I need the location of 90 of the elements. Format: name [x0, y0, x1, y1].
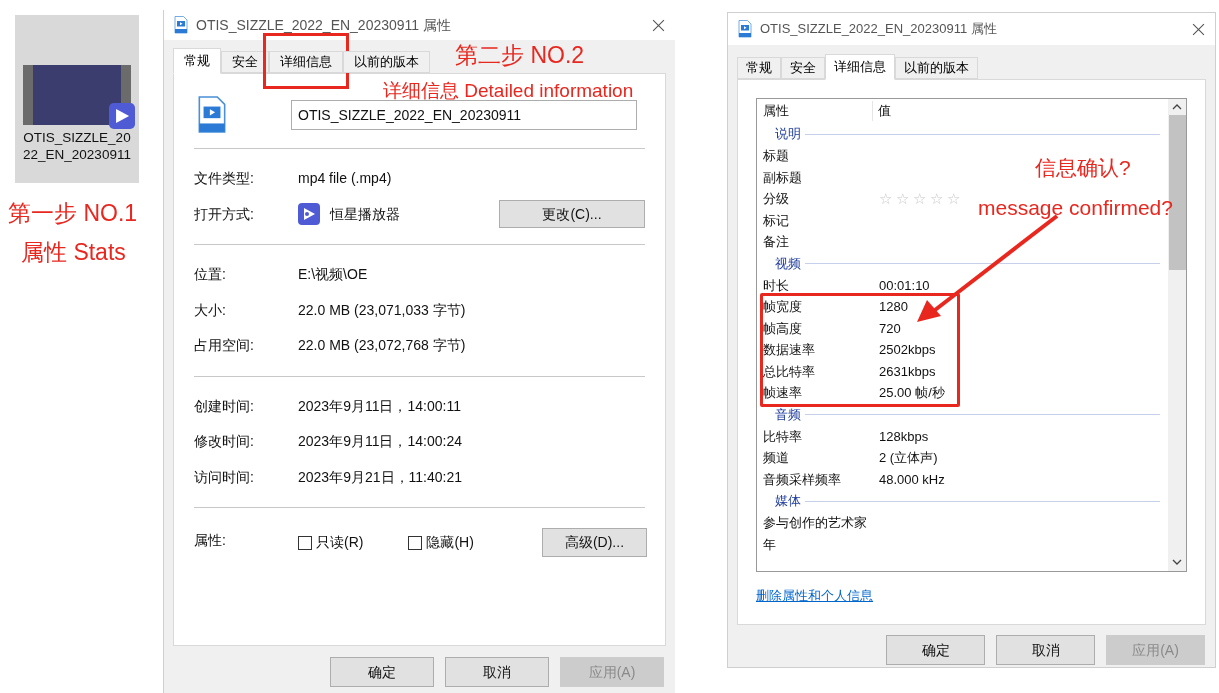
dialog-button[interactable]: 确定	[886, 635, 985, 665]
section-heading: 视频	[775, 254, 801, 273]
property-name: 副标题	[763, 168, 803, 187]
star-icon: ☆	[930, 187, 943, 210]
property-value: 00:01:10	[879, 276, 930, 295]
annotation-text: 详细信息 Detailed information	[383, 79, 634, 103]
close-icon[interactable]	[652, 18, 665, 32]
tab[interactable]: 以前的版本	[343, 51, 430, 73]
field-value: 22.0 MB (23,072,768 字节)	[298, 336, 466, 356]
property-name: 比特率	[763, 427, 803, 446]
tab[interactable]: 常规	[173, 48, 221, 74]
field-label: 修改时间:	[194, 432, 255, 452]
tab[interactable]: 安全	[781, 57, 825, 79]
file-name: OTIS_SIZZLE_2022_EN_20230911	[22, 129, 132, 163]
file-name-field[interactable]: OTIS_SIZZLE_2022_EN_20230911	[291, 100, 637, 130]
annotation-text: 第二步 NO.2	[455, 41, 585, 70]
tab[interactable]: 详细信息	[269, 51, 343, 73]
property-name: 音频采样频率	[763, 470, 842, 489]
field-value: 恒星播放器	[330, 204, 401, 224]
property-name: 参与创作的艺术家	[763, 514, 868, 532]
advanced-button[interactable]: 高级(D)...	[542, 528, 647, 557]
video-file-icon	[197, 96, 227, 134]
window-title: OTIS_SIZZLE_2022_EN_20230911 属性	[196, 15, 452, 35]
property-value: 2631kbps	[879, 362, 936, 381]
dialog-button[interactable]: 确定	[330, 657, 434, 687]
star-icon: ☆	[947, 187, 960, 210]
property-value: 25.00 帧/秒	[879, 384, 945, 402]
property-name: 时长	[763, 276, 790, 295]
field-label: 位置:	[194, 265, 227, 285]
property-name: 年	[763, 535, 777, 554]
field-label: 访问时间:	[194, 467, 255, 487]
property-value: 2 (立体声)	[879, 449, 938, 467]
field-label: 文件类型:	[194, 169, 255, 189]
annotation-text: 第一步 NO.1	[8, 199, 138, 228]
change-button[interactable]: 更改(C)...	[499, 200, 645, 229]
field-label: 占用空间:	[194, 336, 255, 356]
checkbox[interactable]: 只读(R)	[298, 532, 364, 553]
field-value: 2023年9月11日，14:00:11	[298, 396, 461, 416]
video-file-icon	[174, 16, 188, 34]
column-header[interactable]: 值	[873, 101, 1160, 121]
property-value: 720	[879, 319, 901, 338]
field-label: 打开方式:	[194, 204, 255, 224]
property-name: 帧速率	[763, 384, 803, 402]
tab[interactable]: 以前的版本	[895, 57, 978, 79]
property-name: 标题	[763, 147, 790, 165]
property-name: 标记	[763, 211, 790, 230]
video-file-icon	[738, 20, 752, 38]
remove-properties-link[interactable]: 删除属性和个人信息	[756, 586, 873, 606]
player-badge-icon	[109, 103, 135, 129]
dialog-button[interactable]: 取消	[996, 635, 1095, 665]
property-value: 1280	[879, 298, 908, 316]
column-header[interactable]: 属性	[763, 101, 873, 121]
field-label: 大小:	[194, 300, 227, 320]
property-name: 备注	[763, 233, 790, 251]
tab[interactable]: 安全	[221, 51, 269, 73]
scroll-up-icon[interactable]	[1172, 104, 1182, 110]
field-value: mp4 file (.mp4)	[298, 169, 392, 189]
checkbox[interactable]: 隐藏(H)	[408, 532, 474, 553]
annotation-text: message confirmed?	[978, 195, 1173, 221]
property-name: 数据速率	[763, 341, 816, 359]
property-value: 128kbps	[879, 427, 929, 446]
star-icon: ☆	[913, 187, 926, 210]
field-value: 2023年9月21日，11:40:21	[298, 467, 462, 487]
tab[interactable]: 常规	[737, 57, 781, 79]
section-heading: 媒体	[775, 492, 801, 511]
property-name: 频道	[763, 449, 790, 467]
property-value: 2502kbps	[879, 341, 936, 359]
property-name: 帧高度	[763, 319, 803, 338]
file-tile[interactable]: OTIS_SIZZLE_2022_EN_20230911	[15, 15, 139, 183]
scroll-down-icon[interactable]	[1172, 559, 1182, 565]
field-label: 创建时间:	[194, 396, 255, 416]
property-name: 帧宽度	[763, 298, 803, 316]
dialog-button[interactable]: 取消	[445, 657, 549, 687]
property-name: 分级	[763, 190, 790, 208]
close-icon[interactable]	[1192, 22, 1205, 36]
property-name: 总比特率	[763, 362, 816, 381]
field-label: 属性:	[194, 531, 227, 550]
window-title: OTIS_SIZZLE_2022_EN_20230911 属性	[760, 20, 998, 39]
field-value: 2023年9月11日，14:00:24	[298, 432, 462, 452]
annotation-text: 信息确认?	[1035, 155, 1131, 181]
star-icon: ☆	[896, 187, 909, 210]
tab[interactable]: 详细信息	[825, 54, 895, 80]
field-value: 22.0 MB (23,071,033 字节)	[298, 300, 466, 320]
annotation-text: 属性 Stats	[21, 238, 126, 267]
star-icon: ☆	[879, 187, 892, 210]
field-value: E:\视频\OE	[298, 265, 368, 285]
player-app-icon	[298, 203, 320, 226]
section-heading: 说明	[775, 125, 801, 144]
property-value: 48.000 kHz	[879, 470, 945, 489]
section-heading: 音频	[775, 405, 801, 424]
